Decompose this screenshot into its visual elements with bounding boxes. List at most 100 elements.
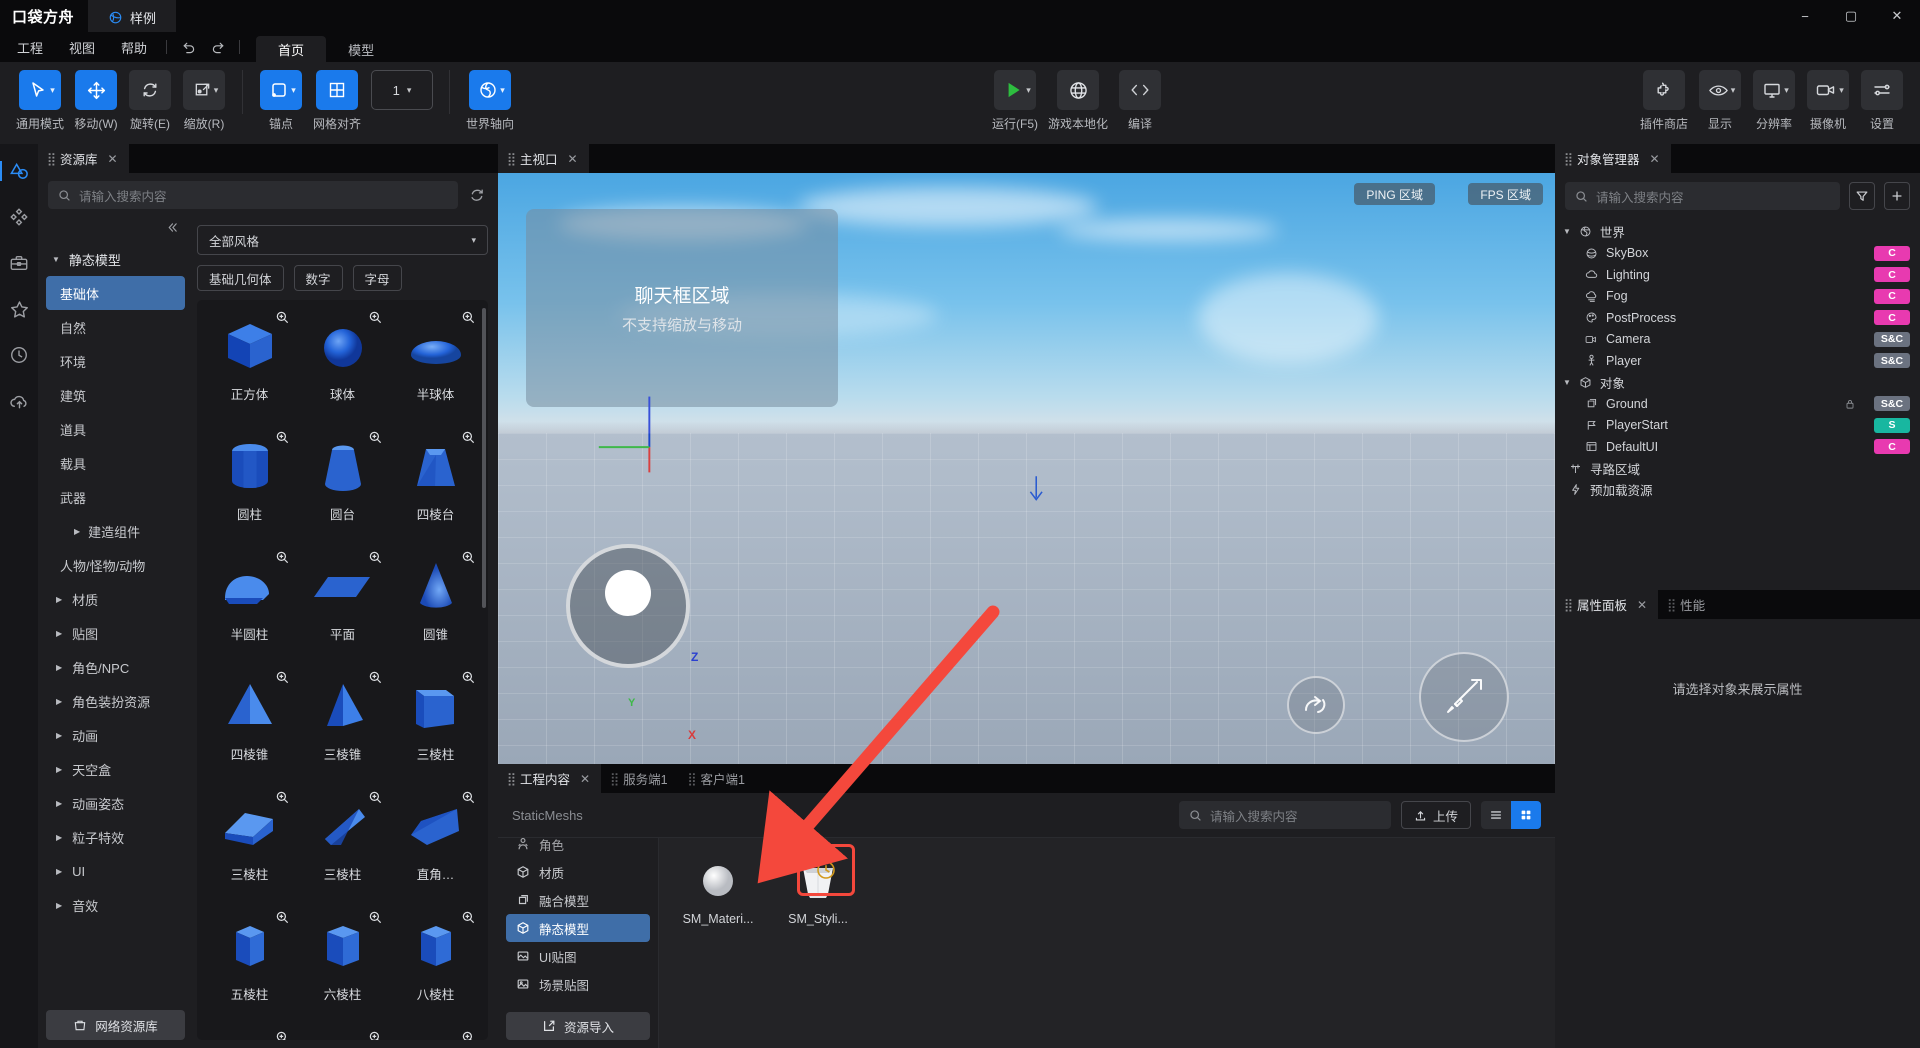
zoom-preview-icon[interactable] bbox=[461, 1030, 476, 1040]
drag-grip-icon[interactable]: ⣿ bbox=[47, 153, 56, 166]
category-primitives[interactable]: 基础体 bbox=[46, 276, 185, 310]
category-characters[interactable]: 人物/怪物/动物 bbox=[46, 548, 185, 582]
category-props[interactable]: 道具 bbox=[46, 412, 185, 446]
category-vehicles[interactable]: 载具 bbox=[46, 446, 185, 480]
asset-item[interactable] bbox=[203, 1028, 296, 1040]
category-weapons[interactable]: 武器 bbox=[46, 480, 185, 514]
plus-icon[interactable] bbox=[1884, 182, 1910, 210]
asset-item[interactable]: 三棱柱 bbox=[296, 788, 389, 906]
category-audio[interactable]: ▶ 音效 bbox=[46, 888, 185, 922]
tree-node-world[interactable]: ▼ 世界 bbox=[1555, 221, 1920, 243]
network-library-button[interactable]: 网络资源库 bbox=[46, 1010, 185, 1040]
category-costume[interactable]: ▶ 角色装扮资源 bbox=[46, 684, 185, 718]
rail-toolbox-icon[interactable] bbox=[2, 244, 36, 282]
asset-item[interactable]: 圆柱 bbox=[203, 428, 296, 546]
drag-grip-icon[interactable]: ⣿ bbox=[610, 773, 619, 786]
asset-item[interactable]: 八棱柱 bbox=[389, 908, 482, 1026]
zoom-preview-icon[interactable] bbox=[461, 550, 476, 565]
asset-item[interactable]: 四棱台 bbox=[389, 428, 482, 546]
zoom-preview-icon[interactable] bbox=[368, 550, 383, 565]
asset-item[interactable]: 球体 bbox=[296, 308, 389, 426]
tree-node-camera[interactable]: Camera S&C bbox=[1555, 329, 1920, 351]
folder-character[interactable]: 角色 bbox=[506, 830, 650, 858]
zoom-preview-icon[interactable] bbox=[275, 430, 290, 445]
chip-letters[interactable]: 字母 bbox=[352, 265, 402, 291]
tree-node-objects[interactable]: ▼ 对象 bbox=[1555, 372, 1920, 394]
minimize-button[interactable]: − bbox=[1782, 0, 1828, 32]
anchor-icon[interactable]: ▾ bbox=[260, 70, 303, 110]
tab-client-1[interactable]: ⣿ 客户端1 bbox=[679, 764, 756, 793]
close-icon[interactable]: ✕ bbox=[1650, 152, 1660, 166]
asset-item[interactable] bbox=[389, 1028, 482, 1040]
maximize-button[interactable]: ▢ bbox=[1828, 0, 1874, 32]
upload-button[interactable]: 上传 bbox=[1400, 801, 1471, 829]
tree-node-defaultui[interactable]: DefaultUI C bbox=[1555, 436, 1920, 458]
category-particle-fx[interactable]: ▶ 粒子特效 bbox=[46, 820, 185, 854]
asset-import-button[interactable]: 资源导入 bbox=[506, 1012, 650, 1040]
grid-size-field[interactable]: 1 ▾ bbox=[371, 70, 434, 110]
grid-icon[interactable] bbox=[316, 70, 359, 110]
file-item[interactable]: SM_Materi... bbox=[675, 848, 761, 926]
asset-item[interactable]: 三棱柱 bbox=[389, 668, 482, 786]
zoom-preview-icon[interactable] bbox=[461, 910, 476, 925]
category-building-parts[interactable]: ▶ 建造组件 bbox=[46, 514, 185, 548]
menu-item-help[interactable]: 帮助 bbox=[108, 32, 160, 62]
category-skybox[interactable]: ▶ 天空盒 bbox=[46, 752, 185, 786]
asset-item[interactable]: 直角… bbox=[389, 788, 482, 906]
drag-grip-icon[interactable]: ⣿ bbox=[1564, 153, 1573, 166]
tool-run[interactable]: ▾ 运行(F5) bbox=[988, 70, 1042, 132]
drag-grip-icon[interactable]: ⣿ bbox=[507, 153, 516, 166]
content-search-input[interactable]: 请输入搜索内容 bbox=[1178, 801, 1391, 829]
asset-item[interactable]: 半圆柱 bbox=[203, 548, 296, 666]
tool-camera[interactable]: ▾ 摄像机 bbox=[1802, 70, 1854, 132]
grid-view-icon[interactable] bbox=[1511, 801, 1541, 829]
category-npc[interactable]: ▶ 角色/NPC bbox=[46, 650, 185, 684]
folder-static-mesh[interactable]: 静态模型 bbox=[506, 914, 650, 942]
collapse-sidebar-button[interactable] bbox=[46, 217, 185, 242]
tree-node-navmesh[interactable]: 寻路区域 bbox=[1555, 458, 1920, 480]
tool-world-axis[interactable]: ▾ 世界轴向 bbox=[462, 70, 518, 132]
viewport-tab[interactable]: ⣿ 主视口 ✕ bbox=[498, 144, 589, 173]
monitor-icon[interactable]: ▾ bbox=[1753, 70, 1796, 110]
rail-star-icon[interactable] bbox=[2, 290, 36, 328]
style-filter-select[interactable]: 全部风格 ▾ bbox=[197, 225, 488, 255]
tool-settings[interactable]: 设置 bbox=[1856, 70, 1908, 132]
zoom-preview-icon[interactable] bbox=[368, 790, 383, 805]
category-static-mesh[interactable]: ▼ 静态模型 bbox=[46, 242, 185, 276]
asset-item[interactable]: 正方体 bbox=[203, 308, 296, 426]
zoom-preview-icon[interactable] bbox=[275, 1030, 290, 1040]
folder-ui-texture[interactable]: UI贴图 bbox=[506, 942, 650, 970]
filter-icon[interactable] bbox=[1849, 182, 1875, 210]
zoom-preview-icon[interactable] bbox=[461, 670, 476, 685]
tool-scale[interactable]: ▾ 缩放(R) bbox=[178, 70, 230, 132]
tree-node-playerstart[interactable]: PlayerStart S bbox=[1555, 415, 1920, 437]
category-materials[interactable]: ▶ 材质 bbox=[46, 582, 185, 616]
zoom-preview-icon[interactable] bbox=[275, 670, 290, 685]
chevron-down-icon[interactable]: ▼ bbox=[1563, 378, 1571, 387]
tree-node-fog[interactable]: Fog C bbox=[1555, 286, 1920, 308]
asset-grid-scroll[interactable]: 正方体 球体 半球体 圆柱 圆台 四棱台 半圆柱 平面 圆锥 四棱锥 三棱锥 三… bbox=[197, 300, 488, 1040]
zoom-preview-icon[interactable] bbox=[461, 790, 476, 805]
asset-item[interactable]: 平面 bbox=[296, 548, 389, 666]
object-search-input[interactable]: 请输入搜索内容 bbox=[1565, 182, 1840, 210]
close-icon[interactable]: ✕ bbox=[1637, 598, 1647, 612]
code-icon[interactable] bbox=[1119, 70, 1162, 110]
tree-node-ground[interactable]: Ground S&C bbox=[1555, 393, 1920, 415]
grid-size-stepper[interactable]: 1 ▾ bbox=[367, 70, 437, 110]
rail-history-icon[interactable] bbox=[2, 336, 36, 374]
zoom-preview-icon[interactable] bbox=[275, 550, 290, 565]
asset-search-input[interactable]: 请输入搜索内容 bbox=[48, 181, 458, 209]
camera-icon[interactable]: ▾ bbox=[1807, 70, 1850, 110]
ribbon-tab-home[interactable]: 首页 bbox=[256, 36, 327, 62]
chevron-down-icon[interactable]: ▼ bbox=[1563, 227, 1571, 236]
tree-node-player[interactable]: Player S&C bbox=[1555, 350, 1920, 372]
cursor-icon[interactable]: ▾ bbox=[19, 70, 61, 110]
chip-basic-geometry[interactable]: 基础几何体 bbox=[197, 265, 284, 291]
tree-node-lighting[interactable]: Lighting C bbox=[1555, 264, 1920, 286]
category-animation[interactable]: ▶ 动画 bbox=[46, 718, 185, 752]
menu-item-view[interactable]: 视图 bbox=[56, 32, 108, 62]
drag-grip-icon[interactable]: ⣿ bbox=[507, 773, 516, 786]
tab-project-content[interactable]: ⣿ 工程内容 ✕ bbox=[498, 764, 602, 793]
ribbon-tab-model[interactable]: 模型 bbox=[326, 36, 396, 62]
close-icon[interactable]: ✕ bbox=[568, 152, 578, 166]
